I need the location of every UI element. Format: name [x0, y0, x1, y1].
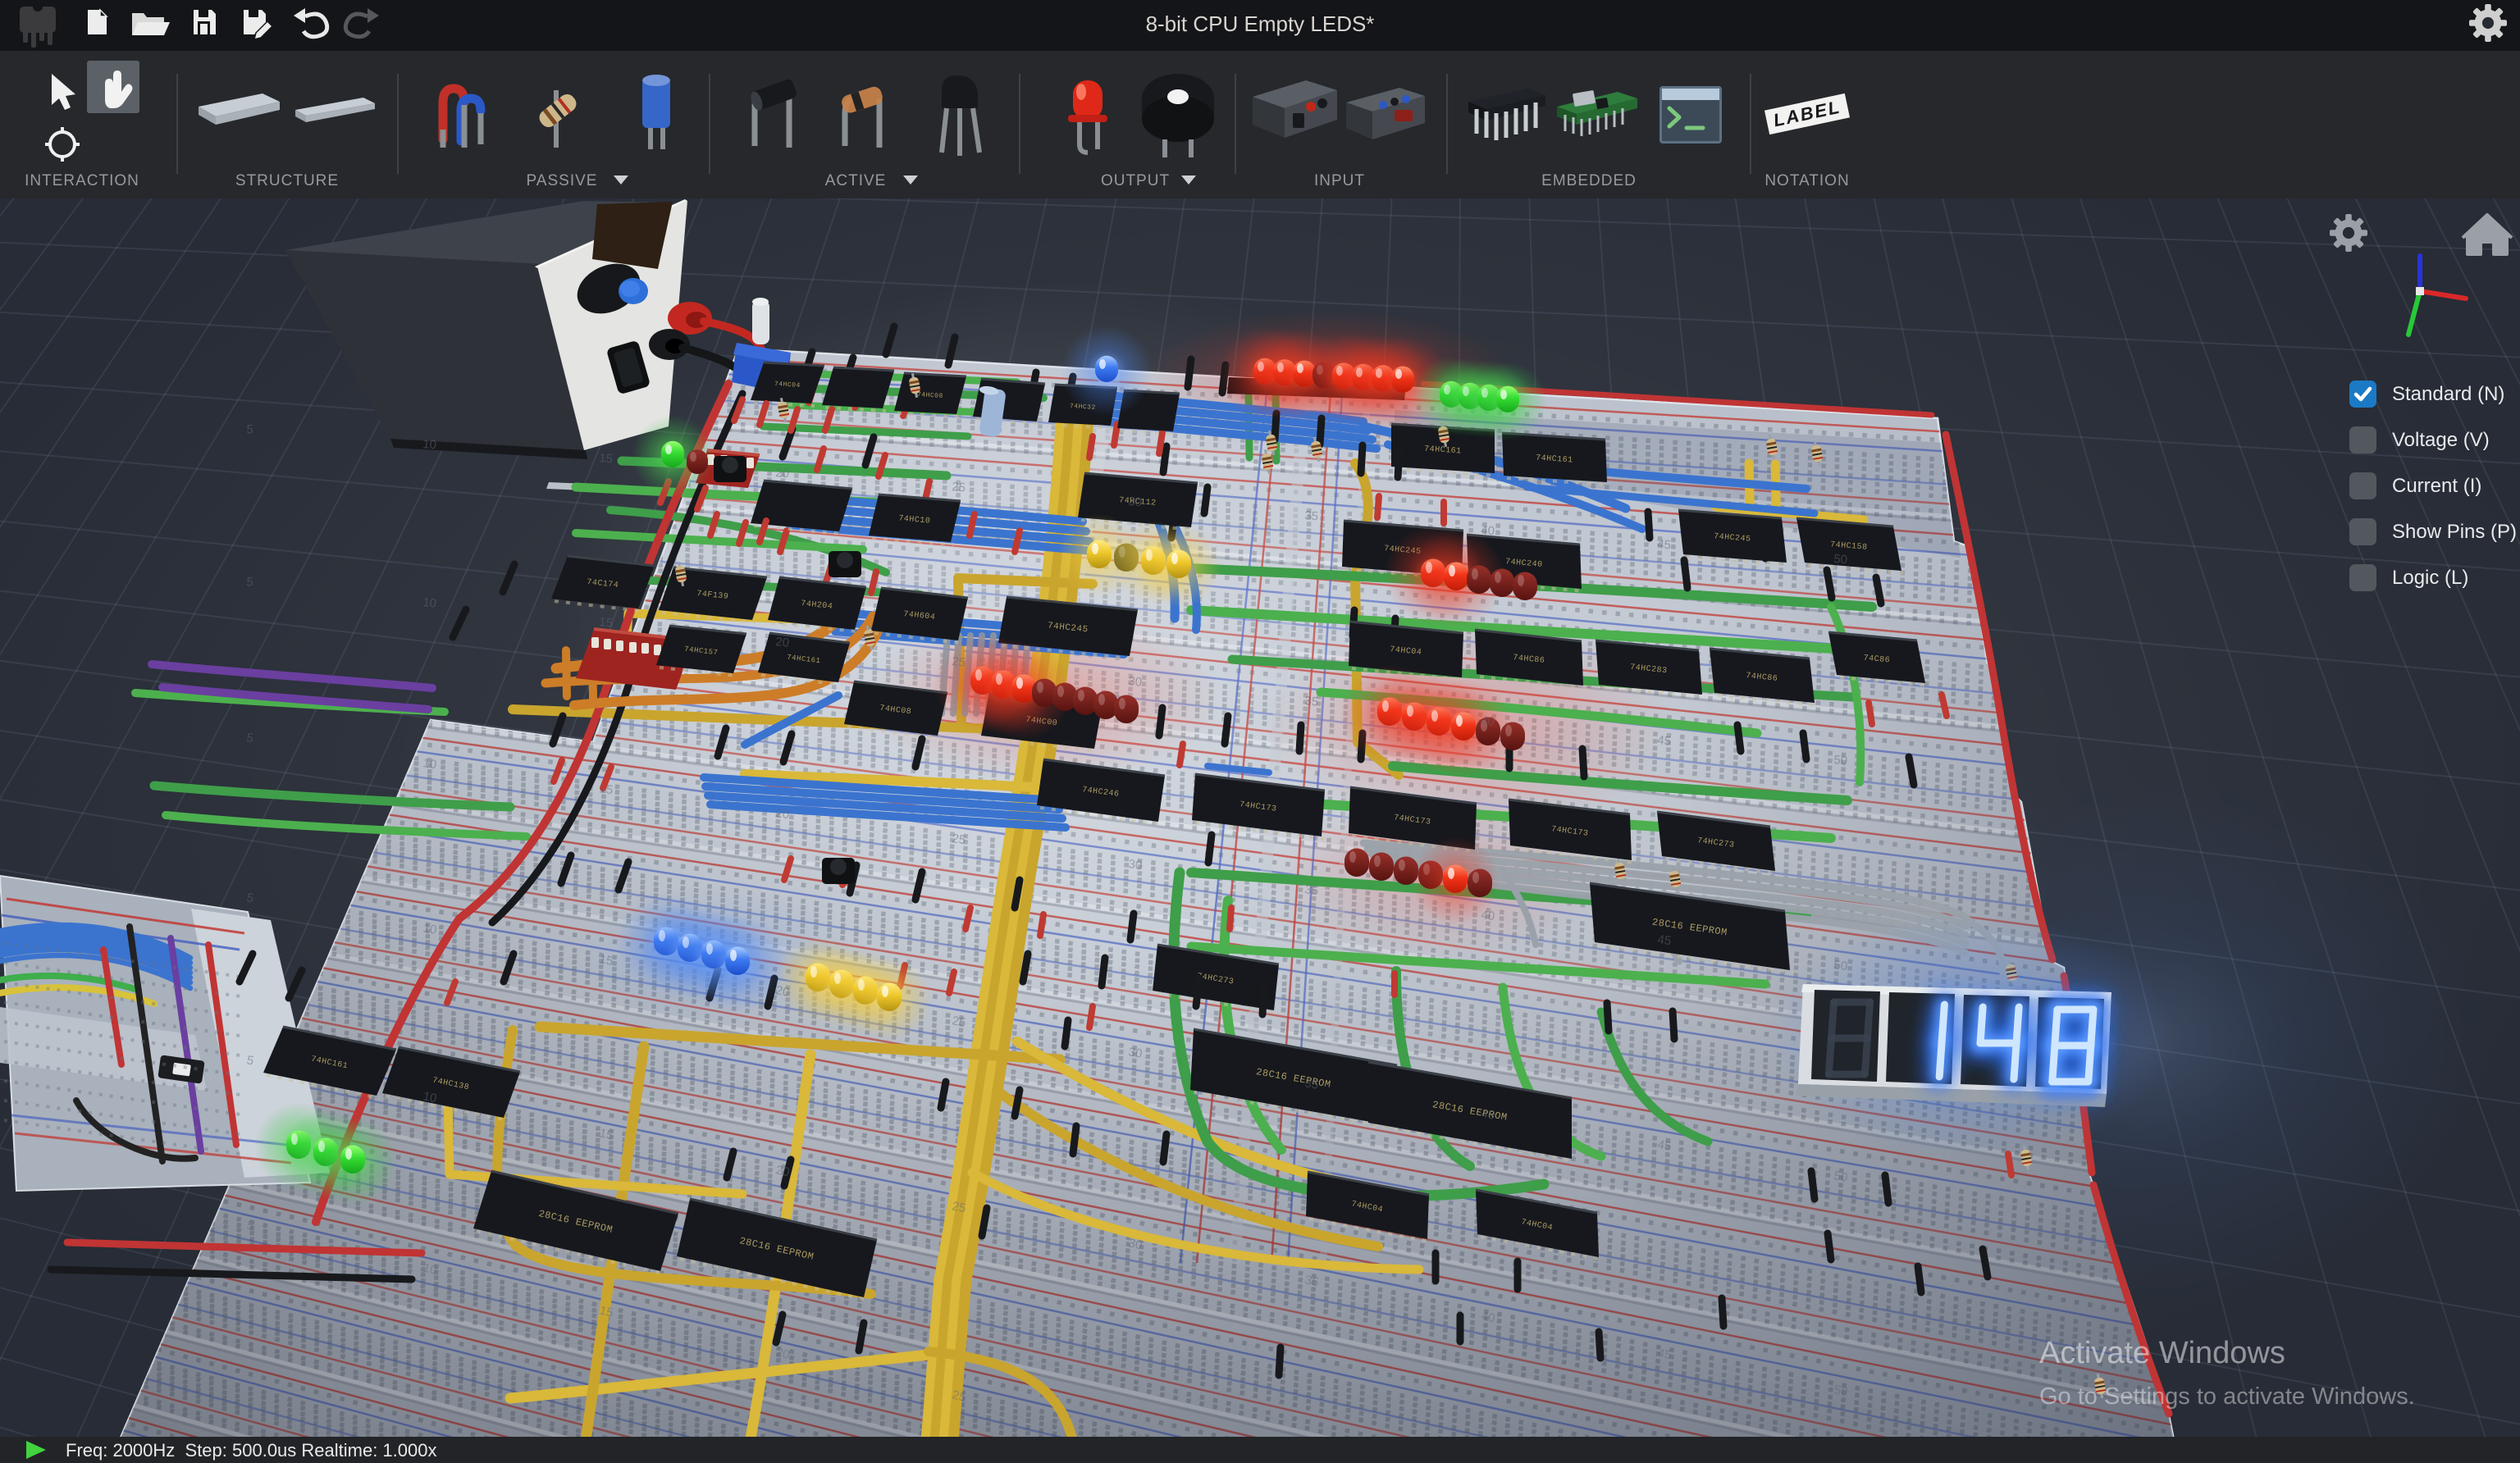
svg-text:40: 40 — [1480, 908, 1495, 923]
svg-text:20: 20 — [774, 806, 790, 822]
svg-text:40: 40 — [1481, 523, 1495, 538]
svg-text:35: 35 — [1303, 1273, 1320, 1289]
svg-text:10: 10 — [422, 595, 437, 611]
svg-text:30: 30 — [1128, 495, 1143, 509]
svg-text:10: 10 — [422, 921, 437, 937]
svg-text:40: 40 — [1481, 713, 1495, 729]
svg-text:40: 40 — [1480, 1106, 1495, 1123]
svg-text:Activate Windows: Activate Windows — [2039, 1336, 2285, 1370]
svg-text:35: 35 — [1304, 508, 1319, 523]
svg-text:30: 30 — [1128, 674, 1143, 690]
svg-text:20: 20 — [774, 1163, 791, 1179]
svg-text:50: 50 — [1833, 1169, 1848, 1185]
svg-text:45: 45 — [1656, 1137, 1672, 1154]
svg-text:30: 30 — [1127, 857, 1143, 873]
svg-text:45: 45 — [1656, 932, 1672, 948]
svg-text:20: 20 — [775, 635, 790, 650]
svg-text:25: 25 — [952, 654, 966, 670]
svg-text:15: 15 — [598, 952, 614, 968]
svg-text:50: 50 — [1833, 753, 1848, 768]
svg-text:15: 15 — [598, 782, 614, 797]
svg-text:50: 50 — [1833, 1383, 1849, 1399]
svg-text:45: 45 — [1656, 1346, 1673, 1362]
svg-text:50: 50 — [1833, 552, 1848, 567]
svg-text:10: 10 — [422, 437, 437, 452]
svg-text:15: 15 — [598, 1126, 614, 1142]
svg-text:35: 35 — [1304, 694, 1319, 709]
svg-text:35: 35 — [1303, 1076, 1319, 1092]
svg-text:25: 25 — [951, 1199, 967, 1215]
svg-text:5: 5 — [246, 575, 254, 590]
svg-text:25: 25 — [952, 480, 966, 495]
svg-text:45: 45 — [1657, 733, 1672, 749]
svg-text:20: 20 — [774, 983, 790, 1000]
svg-text:25: 25 — [951, 832, 966, 847]
svg-text:Go to Settings to activate Win: Go to Settings to activate Windows. — [2039, 1383, 2415, 1410]
svg-text:50: 50 — [1833, 958, 1848, 973]
svg-text:35: 35 — [1303, 882, 1319, 898]
svg-text:25: 25 — [951, 1014, 966, 1030]
svg-text:5: 5 — [246, 422, 254, 437]
svg-text:15: 15 — [599, 615, 614, 631]
svg-text:40: 40 — [1480, 1309, 1496, 1325]
svg-text:10: 10 — [422, 756, 437, 772]
svg-text:20: 20 — [775, 466, 790, 481]
svg-text:10: 10 — [422, 1089, 438, 1105]
svg-text:30: 30 — [1127, 1045, 1143, 1061]
svg-text:30: 30 — [1127, 1236, 1144, 1252]
svg-text:15: 15 — [599, 451, 614, 466]
svg-text:45: 45 — [1657, 537, 1672, 552]
